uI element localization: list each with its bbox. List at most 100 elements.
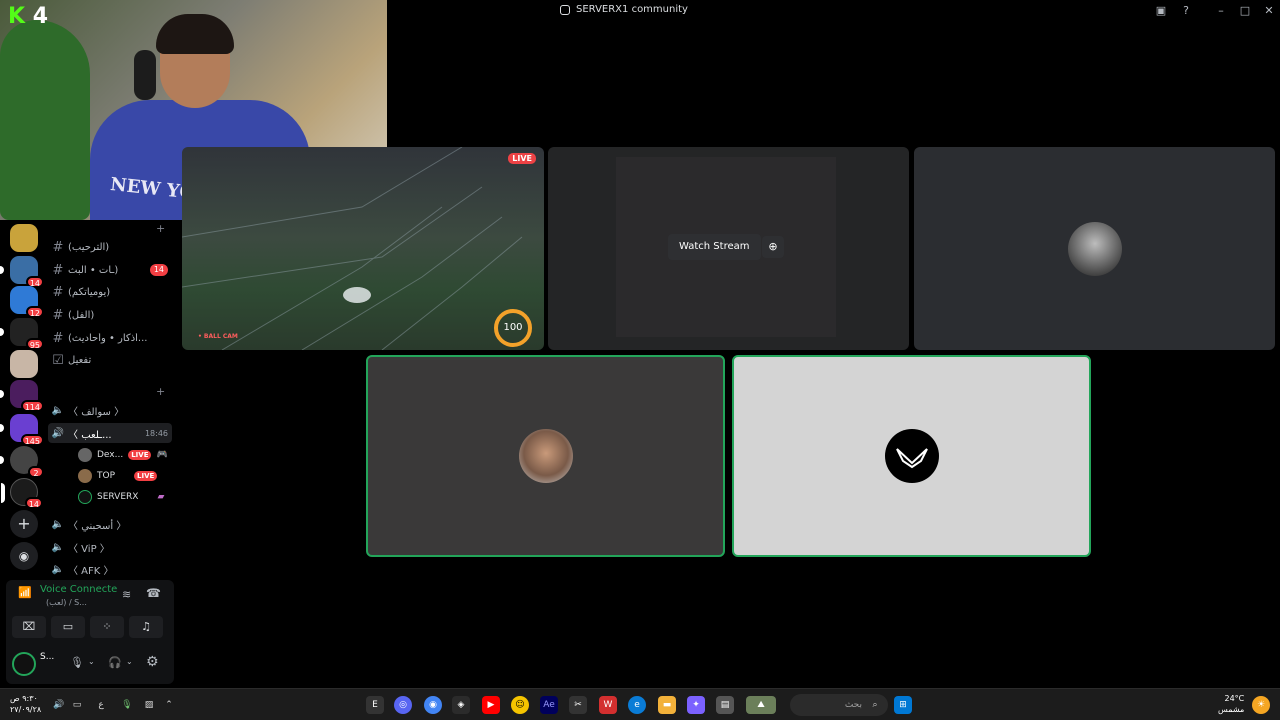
inbox-icon[interactable]: ▣ [1152,2,1170,20]
activities-button[interactable]: ⁘ [90,616,124,638]
chrome-icon[interactable]: ◉ [424,696,442,714]
speaker-icon[interactable]: 🔊 [50,696,68,714]
voice-user[interactable]: Dex... LIVE 🎮 [78,445,168,465]
close-button[interactable]: ✕ [1260,2,1278,20]
voice-channel-active[interactable]: 🔊 〈 ـلعب... 18:46 [48,423,172,443]
maximize-button[interactable]: □ [1236,2,1254,20]
voice-connected-panel: 📶 Voice Connecte (لعب) / S... ≋ ☎ ⌧ ▭ ⁘ … [6,580,174,644]
speaker-icon: 🔊 [51,427,65,439]
minimize-button[interactable]: – [1212,2,1230,20]
server-icon-6[interactable]: 114 [0,380,44,412]
youtube-icon[interactable]: ▶ [482,696,500,714]
boost-meter: 100 [494,309,532,347]
windows-start-icon[interactable]: ⊞ [894,696,912,714]
text-channel[interactable]: # ـات • البث) 14 [48,260,172,280]
clock[interactable]: ٩:٣٠ ص ٢٧/٠٩/٢٨ [10,693,41,715]
gear-icon[interactable]: ⚙ [146,654,159,670]
language-indicator[interactable]: ع [92,696,110,714]
unread-pill [0,456,4,464]
selected-pill [1,483,5,503]
text-channel[interactable]: # (الترحيب) [48,237,172,257]
network-icon[interactable]: ▭ [68,696,86,714]
kick-number: 4 [32,4,49,29]
text-channel[interactable]: # (الفل) [48,305,172,325]
server-icon-3[interactable]: 12 [10,286,44,318]
temperature: 24°C [1224,694,1245,703]
app-icon[interactable]: ☺ [511,696,529,714]
chevron-up-icon[interactable]: ⌃ [160,696,178,714]
voice-user-name: Dex... [97,450,124,460]
discord-icon[interactable]: ◎ [394,696,412,714]
kick-logo: K 4 [8,4,48,29]
server-icon-2[interactable]: 14 [0,256,44,288]
avatar [1067,221,1122,276]
participant-tile-speaking[interactable] [366,355,725,557]
text-channel[interactable]: # (يومياتكم) [48,282,172,302]
watch-stream-button[interactable]: Watch Stream [668,234,761,260]
voice-channel[interactable]: 🔈 〈 ViP 〉 [48,537,172,557]
edge-icon[interactable]: e [628,696,646,714]
hash-icon: # [52,284,64,300]
server-icon-9[interactable]: 14 [1,478,43,509]
chevron-down-icon[interactable]: ⌄ [88,657,95,666]
voice-channel[interactable]: 🔈 〈 AFK 〉 [48,559,172,579]
app-icon[interactable]: ◈ [452,696,470,714]
add-voice-channel-icon[interactable]: + [156,385,165,398]
participant-tile-speaking[interactable] [732,355,1091,557]
capcut-icon[interactable]: ✂ [569,696,587,714]
voice-user[interactable]: TOP LIVE [78,466,158,486]
help-icon[interactable]: ? [1177,2,1195,20]
noise-suppression-icon[interactable]: ≋ [122,588,131,601]
add-server-icon[interactable]: + [10,510,38,538]
tray-icon[interactable]: ▨ [140,696,158,714]
streamer-hair [156,14,234,54]
avatar [78,448,92,462]
sun-icon[interactable]: ☀ [1252,696,1270,714]
popout-icon[interactable]: ⊕ [762,236,784,258]
weather-widget[interactable]: 24°C مشمس [1218,693,1244,715]
chevron-down-icon[interactable]: ⌄ [126,657,133,666]
microphone-icon[interactable]: 🎙 [118,696,136,714]
app-icon[interactable]: E [366,696,384,714]
microphone-icon[interactable]: 🎙 [70,656,84,669]
hash-icon: # [52,330,64,346]
text-channel[interactable]: # (أذكار • وأحاديث... [48,328,172,348]
server-icon-4[interactable]: 95 [0,318,44,350]
avatar [518,429,573,483]
stream-tile-game[interactable]: LIVE • BALL CAM 100 [182,147,544,350]
copilot-icon[interactable]: ✦ [687,696,705,714]
rules-channel[interactable]: ☑ تفعيل [48,350,172,370]
avatar[interactable] [12,652,36,676]
server-icon-8[interactable]: 2 [0,446,44,478]
voice-channel-path[interactable]: (لعب) / S... [46,598,87,607]
app-icon[interactable]: ▤ [716,696,734,714]
window-title: SERVERX1 community [560,4,688,15]
add-channel-icon[interactable]: + [156,222,165,235]
channel-name: تفعيل [68,354,92,366]
soundboard-button[interactable]: ♫ [129,616,163,638]
folder-icon[interactable]: ▬ [658,696,676,714]
camera-off-button[interactable]: ⌧ [12,616,46,638]
headphones-icon[interactable]: 🎧 [108,656,122,669]
after-effects-icon[interactable]: Ae [540,696,558,714]
voice-channel[interactable]: 🔈 〈 سوالف 〉 [48,400,172,420]
share-screen-button[interactable]: ▭ [51,616,85,638]
username[interactable]: S... [40,652,54,662]
channel-timer: 18:46 [144,428,168,438]
explore-icon[interactable]: ◉ [10,542,38,570]
stream-tile-watch[interactable]: Watch Stream ⊕ [548,147,909,350]
voice-status[interactable]: Voice Connecte [40,584,117,595]
server-icon-5[interactable] [10,350,38,378]
plant [0,20,90,220]
app-icon[interactable]: ⛰ [746,696,776,714]
disconnect-icon[interactable]: ☎ [146,586,161,600]
user-panel: S... 🎙 ⌄ 🎧 ⌄ ⚙ [6,644,174,684]
server-icon-7[interactable]: 145 [0,414,44,446]
voice-channel[interactable]: 🔈 〈 أسحبني 〉 [48,514,172,534]
voice-user[interactable]: SERVERX ▰ [78,487,164,507]
avatar [78,469,92,483]
wps-icon[interactable]: W [599,696,617,714]
server-icon-1[interactable] [10,224,38,252]
participant-tile[interactable] [914,147,1275,350]
clock-time: ٩:٣٠ ص [10,694,38,703]
